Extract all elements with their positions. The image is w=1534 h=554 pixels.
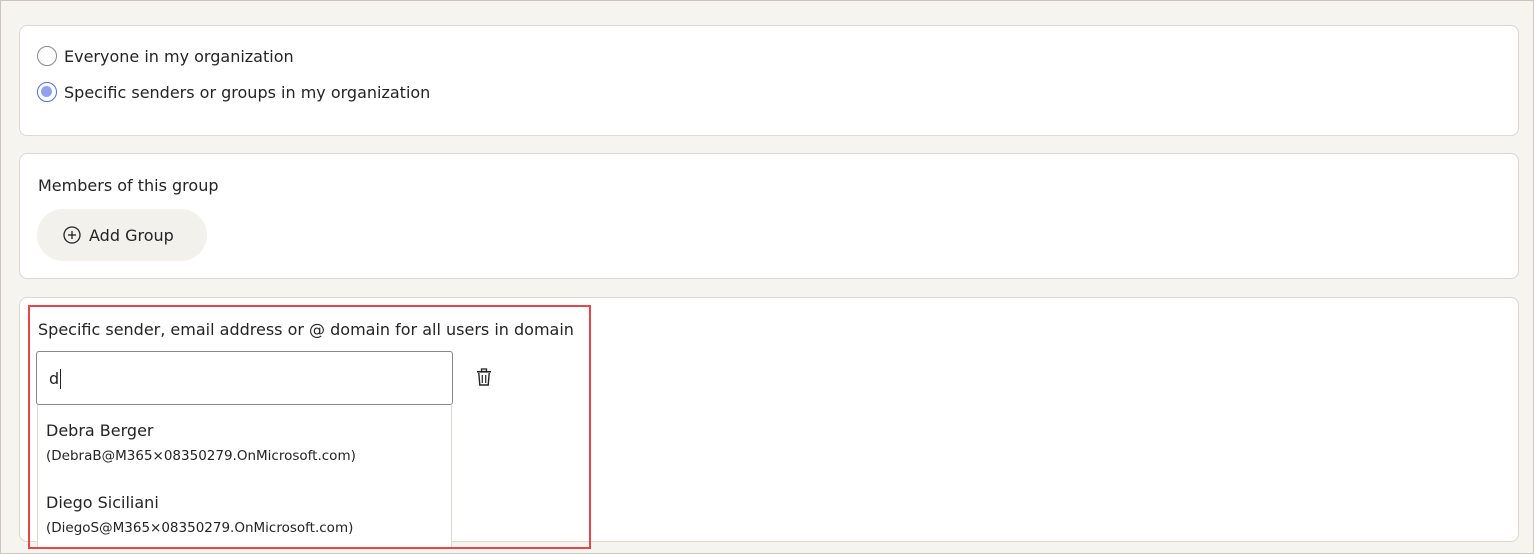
suggestion-item[interactable]: Debra Berger (DebraB@M365×08350279.OnMic… <box>38 405 451 477</box>
suggestion-name: Debra Berger <box>46 421 154 440</box>
radio-everyone-label: Everyone in my organization <box>64 46 294 66</box>
radio-everyone[interactable]: Everyone in my organization <box>37 46 294 66</box>
text-caret <box>60 369 61 389</box>
audience-card: Everyone in my organization Specific sen… <box>19 25 1519 136</box>
add-group-button[interactable]: Add Group <box>37 209 207 261</box>
add-group-label: Add Group <box>89 225 174 245</box>
radio-specific-senders[interactable]: Specific senders or groups in my organiz… <box>37 82 430 102</box>
trash-icon[interactable] <box>474 367 494 387</box>
radio-specific-senders-label: Specific senders or groups in my organiz… <box>64 82 431 102</box>
specific-sender-title: Specific sender, email address or @ doma… <box>38 320 574 339</box>
group-members-title: Members of this group <box>38 176 219 195</box>
suggestion-name: Diego Siciliani <box>46 493 159 512</box>
plus-circle-icon <box>63 226 81 244</box>
suggestion-email: (DiegoS@M365×08350279.OnMicrosoft.com) <box>46 520 354 536</box>
radio-everyone-circle[interactable] <box>37 46 57 66</box>
suggestion-item[interactable]: Diego Siciliani (DiegoS@M365×08350279.On… <box>38 477 451 549</box>
radio-specific-senders-circle[interactable] <box>37 82 57 102</box>
suggestion-list: Debra Berger (DebraB@M365×08350279.OnMic… <box>37 405 452 549</box>
suggestion-email: (DebraB@M365×08350279.OnMicrosoft.com) <box>46 448 356 464</box>
group-members-card: Members of this group Add Group <box>19 153 1519 279</box>
sender-search-field[interactable] <box>36 351 453 405</box>
sender-search-input[interactable] <box>37 352 452 404</box>
